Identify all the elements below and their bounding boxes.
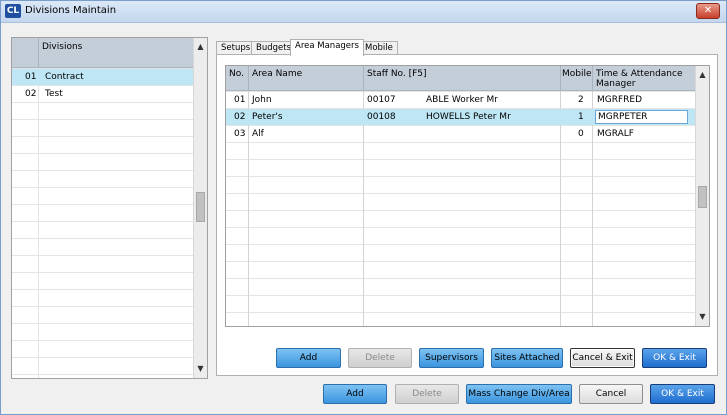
tab-setups[interactable]: Setups: [216, 41, 256, 55]
division-name: Test: [45, 89, 63, 99]
window-title: Divisions Maintain: [25, 5, 117, 16]
app-logo-icon: CL: [5, 4, 21, 18]
cell-ta-manager[interactable]: MGRFRED: [597, 95, 642, 105]
division-number: 01: [25, 72, 37, 82]
table-row[interactable]: 02 Peter's 00108 HOWELLS Peter Mr 1 MGRP…: [226, 109, 696, 125]
supervisors-button[interactable]: Supervisors: [419, 348, 484, 368]
mass-change-button[interactable]: Mass Change Div/Area: [466, 384, 572, 404]
cell-ta-manager[interactable]: MGRPETER: [598, 112, 648, 122]
scroll-up-icon[interactable]: ▲: [194, 40, 207, 54]
cell-mobile[interactable]: 0: [578, 129, 584, 139]
column-header-mobile[interactable]: Mobile: [562, 69, 592, 79]
cell-staff-name: ABLE Worker Mr: [426, 95, 498, 105]
column-header-staff-no[interactable]: Staff No. [F5]: [367, 69, 427, 79]
cancel-button[interactable]: Cancel: [579, 384, 643, 404]
area-managers-panel: No. Area Name Staff No. [F5] Mobile Time…: [216, 54, 718, 376]
column-header-ta-manager[interactable]: Time & Attendance Manager: [596, 69, 692, 89]
cell-staff-no[interactable]: 00108: [367, 112, 396, 122]
division-row[interactable]: 01 Contract: [12, 69, 194, 85]
division-number: 02: [25, 89, 37, 99]
add-button[interactable]: Add: [323, 384, 387, 404]
division-name: Contract: [45, 72, 84, 82]
area-managers-rows: 01 John 00107 ABLE Worker Mr 2 MGRFRED 0…: [226, 91, 696, 326]
tab-delete-button[interactable]: Delete: [348, 348, 412, 368]
divisions-grid-header: Divisions: [12, 38, 194, 68]
ta-manager-edit-field[interactable]: MGRPETER: [595, 110, 688, 124]
tab-cancel-exit-button[interactable]: Cancel & Exit: [570, 348, 635, 368]
tab-ok-exit-button[interactable]: OK & Exit: [642, 348, 707, 368]
scroll-thumb[interactable]: [698, 186, 707, 208]
cell-staff-name: HOWELLS Peter Mr: [426, 112, 511, 122]
cell-no: 02: [234, 112, 246, 122]
cell-mobile[interactable]: 1: [578, 112, 584, 122]
divisions-grid: Divisions 01 Contract 02 Test ▲ ▼: [11, 37, 208, 379]
delete-button[interactable]: Delete: [395, 384, 459, 404]
table-row[interactable]: 01 John 00107 ABLE Worker Mr 2 MGRFRED: [226, 92, 696, 108]
tab-mobile[interactable]: Mobile: [360, 41, 398, 55]
scroll-down-icon[interactable]: ▼: [696, 310, 709, 324]
cell-staff-no[interactable]: 00107: [367, 95, 396, 105]
tab-area-managers[interactable]: Area Managers: [290, 39, 364, 56]
tab-add-button[interactable]: Add: [276, 348, 341, 368]
title-bar[interactable]: CL Divisions Maintain ✕: [1, 1, 726, 23]
divisions-column-header[interactable]: Divisions: [42, 42, 82, 52]
cell-area-name[interactable]: Alf: [252, 129, 264, 139]
area-managers-header: No. Area Name Staff No. [F5] Mobile Time…: [226, 66, 696, 91]
cell-no: 01: [234, 95, 246, 105]
area-managers-grid: No. Area Name Staff No. [F5] Mobile Time…: [225, 65, 710, 327]
sites-attached-button[interactable]: Sites Attached: [491, 348, 563, 368]
column-header-area-name[interactable]: Area Name: [252, 69, 302, 79]
ok-exit-button[interactable]: OK & Exit: [650, 384, 715, 404]
scroll-down-icon[interactable]: ▼: [194, 362, 207, 376]
cell-area-name[interactable]: Peter's: [252, 112, 283, 122]
scroll-up-icon[interactable]: ▲: [696, 68, 709, 82]
cell-mobile[interactable]: 2: [578, 95, 584, 105]
table-row[interactable]: 03 Alf 0 MGRALF: [226, 126, 696, 142]
cell-no: 03: [234, 129, 246, 139]
cell-area-name[interactable]: John: [252, 95, 272, 105]
divisions-rows: 01 Contract 02 Test: [12, 68, 194, 378]
close-button[interactable]: ✕: [696, 3, 720, 19]
division-row[interactable]: 02 Test: [12, 86, 194, 102]
cell-ta-manager[interactable]: MGRALF: [597, 129, 634, 139]
divisions-scrollbar[interactable]: ▲ ▼: [193, 38, 207, 378]
area-managers-scrollbar[interactable]: ▲ ▼: [695, 66, 709, 326]
scroll-thumb[interactable]: [196, 192, 205, 222]
divisions-maintain-window: CL Divisions Maintain ✕ Divisions 01 Con…: [0, 0, 727, 415]
column-header-no[interactable]: No.: [229, 69, 244, 79]
